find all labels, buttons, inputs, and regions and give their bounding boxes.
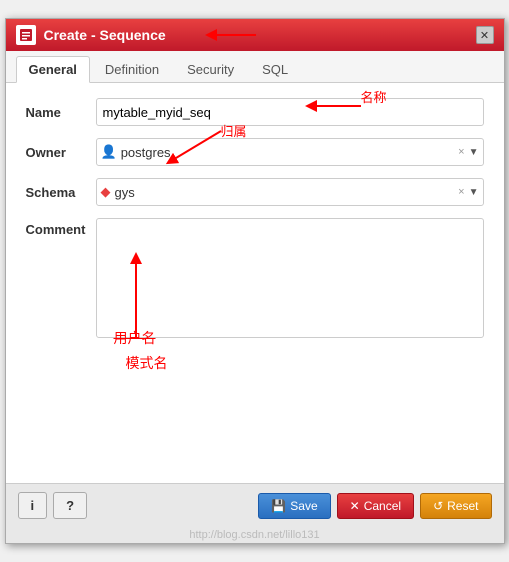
name-label: Name <box>26 105 96 120</box>
footer-left: i ? <box>18 492 88 519</box>
info-button[interactable]: i <box>18 492 48 519</box>
title-arrow-svg <box>201 21 261 49</box>
name-row: Name <box>26 98 484 126</box>
title-icon <box>16 25 36 45</box>
owner-select[interactable]: 👤 postgres × ▼ <box>96 138 484 166</box>
form-content: Name 名称 Owner 👤 postgres × ▼ <box>6 83 504 483</box>
cancel-icon: ✕ <box>350 499 360 513</box>
cancel-label: Cancel <box>364 499 401 513</box>
name-input[interactable] <box>96 98 484 126</box>
save-button[interactable]: 💾 Save <box>258 493 330 519</box>
watermark: http://blog.csdn.net/lillo131 <box>6 527 504 543</box>
cancel-button[interactable]: ✕ Cancel <box>337 493 414 519</box>
schema-dropdown-arrow[interactable]: ▼ <box>469 187 479 198</box>
help-button[interactable]: ? <box>53 492 87 519</box>
reset-icon: ↺ <box>433 499 443 513</box>
save-label: Save <box>290 499 317 513</box>
title-bar-left: Create - Sequence <box>16 25 166 45</box>
owner-arrow-svg <box>161 121 241 171</box>
reset-button[interactable]: ↺ Reset <box>420 493 491 519</box>
footer: i ? 💾 Save ✕ Cancel ↺ Reset <box>6 483 504 527</box>
tab-general[interactable]: General <box>16 56 90 83</box>
tab-definition[interactable]: Definition <box>92 56 172 82</box>
dialog-title: Create - Sequence <box>44 27 166 43</box>
owner-row: Owner 👤 postgres × ▼ <box>26 138 484 166</box>
tabs: General Definition Security SQL <box>6 51 504 83</box>
tab-sql[interactable]: SQL <box>249 56 301 82</box>
reset-label: Reset <box>447 499 478 513</box>
comment-row: Comment <box>26 218 484 338</box>
name-control <box>96 98 484 126</box>
owner-control: 👤 postgres × ▼ <box>96 138 484 166</box>
schema-value: gys <box>115 185 459 200</box>
close-button[interactable]: ✕ <box>476 26 494 44</box>
schema-control: ◆ gys × ▼ <box>96 178 484 206</box>
name-arrow-svg <box>301 91 381 121</box>
schema-select[interactable]: ◆ gys × ▼ <box>96 178 484 206</box>
schema-label: Schema <box>26 185 96 200</box>
footer-right: 💾 Save ✕ Cancel ↺ Reset <box>258 493 491 519</box>
tab-security[interactable]: Security <box>174 56 247 82</box>
schema-clear[interactable]: × <box>458 186 464 198</box>
user-icon: 👤 <box>101 144 117 160</box>
schema-arrow-svg <box>96 238 226 358</box>
save-icon: 💾 <box>271 499 286 513</box>
comment-label: Comment <box>26 218 96 237</box>
title-bar: Create - Sequence ✕ <box>6 19 504 51</box>
owner-dropdown-arrow[interactable]: ▼ <box>469 147 479 158</box>
dialog: Create - Sequence ✕ General Definition S… <box>5 18 505 544</box>
owner-label: Owner <box>26 145 96 160</box>
owner-clear[interactable]: × <box>458 146 464 158</box>
diamond-icon: ◆ <box>101 184 111 200</box>
schema-row: Schema ◆ gys × ▼ <box>26 178 484 206</box>
